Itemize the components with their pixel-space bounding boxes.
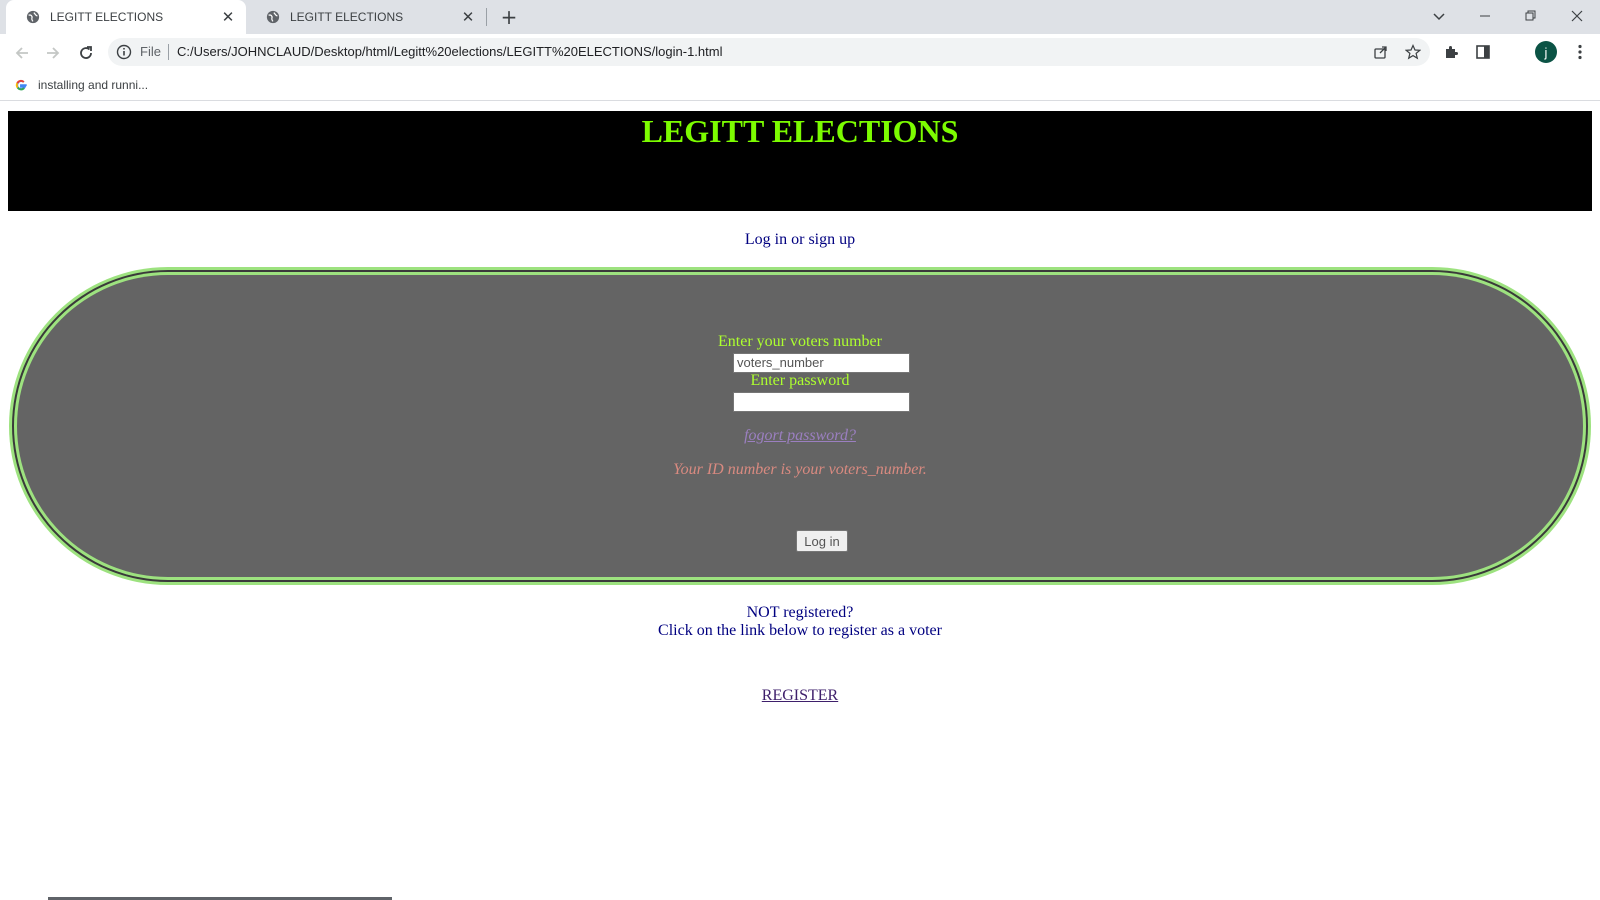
- tab-title: LEGITT ELECTIONS: [290, 10, 404, 24]
- tab-separator: [486, 8, 487, 26]
- close-window-button[interactable]: [1564, 4, 1590, 28]
- address-scheme-label: File: [140, 44, 161, 59]
- profile-avatar[interactable]: j: [1535, 41, 1557, 63]
- globe-icon: [266, 10, 280, 24]
- browser-menu-icon[interactable]: [1572, 41, 1588, 63]
- forgot-password-link[interactable]: fogort password?: [17, 427, 1583, 445]
- restore-window-button[interactable]: [1518, 4, 1544, 28]
- password-label: Enter password: [750, 372, 850, 389]
- voters-number-hint: Your ID number is your voters_number.: [673, 461, 927, 478]
- address-separator: [168, 44, 169, 60]
- bookmark-star-icon[interactable]: [1404, 43, 1422, 61]
- close-tab-icon[interactable]: ✕: [460, 9, 476, 26]
- globe-icon: [26, 10, 40, 24]
- voters-number-label: Enter your voters number: [718, 333, 882, 350]
- address-url[interactable]: C:/Users/JOHNCLAUD/Desktop/html/Legitt%2…: [177, 44, 722, 59]
- browser-toolbar: File C:/Users/JOHNCLAUD/Desktop/html/Leg…: [0, 34, 1600, 70]
- bookmark-item[interactable]: installing and runni...: [14, 76, 148, 94]
- login-panel: Enter your voters number voters_number E…: [9, 267, 1591, 585]
- extensions-icon[interactable]: [1440, 41, 1462, 63]
- back-button[interactable]: [10, 41, 34, 65]
- new-tab-button[interactable]: +: [498, 5, 520, 29]
- not-registered-text: NOT registered?: [746, 604, 854, 621]
- voters-number-input[interactable]: voters_number: [733, 353, 910, 373]
- site-title: LEGITT ELECTIONS: [641, 113, 959, 149]
- browser-tab-1[interactable]: LEGITT ELECTIONS ✕: [6, 0, 246, 34]
- register-link[interactable]: REGISTER: [762, 687, 838, 704]
- forward-button[interactable]: [41, 41, 65, 65]
- login-button[interactable]: Log in: [796, 530, 848, 552]
- bookmark-label: installing and runni...: [38, 78, 149, 92]
- browser-tab-2[interactable]: LEGITT ELECTIONS ✕: [246, 0, 486, 34]
- reload-button[interactable]: [74, 41, 98, 65]
- tab-search-icon[interactable]: [1426, 4, 1452, 28]
- minimize-window-button[interactable]: [1472, 4, 1498, 28]
- google-icon: [15, 79, 27, 91]
- address-bar[interactable]: File C:/Users/JOHNCLAUD/Desktop/html/Leg…: [108, 38, 1430, 66]
- share-icon[interactable]: [1372, 43, 1390, 61]
- close-tab-icon[interactable]: ✕: [220, 9, 236, 26]
- browser-tab-strip: LEGITT ELECTIONS ✕ LEGITT ELECTIONS ✕ +: [0, 0, 1600, 34]
- bookmarks-bar: installing and runni...: [0, 70, 1600, 101]
- register-instruction: Click on the link below to register as a…: [658, 622, 942, 639]
- side-panel-icon[interactable]: [1472, 41, 1494, 63]
- site-header: LEGITT ELECTIONS: [8, 111, 1592, 211]
- login-form: Enter your voters number voters_number E…: [17, 275, 1583, 577]
- register-link-row: REGISTER: [0, 687, 1600, 705]
- info-icon[interactable]: [116, 44, 132, 60]
- tab-title: LEGITT ELECTIONS: [50, 10, 164, 24]
- password-input[interactable]: [733, 392, 910, 412]
- page-subtitle: Log in or sign up: [744, 231, 856, 248]
